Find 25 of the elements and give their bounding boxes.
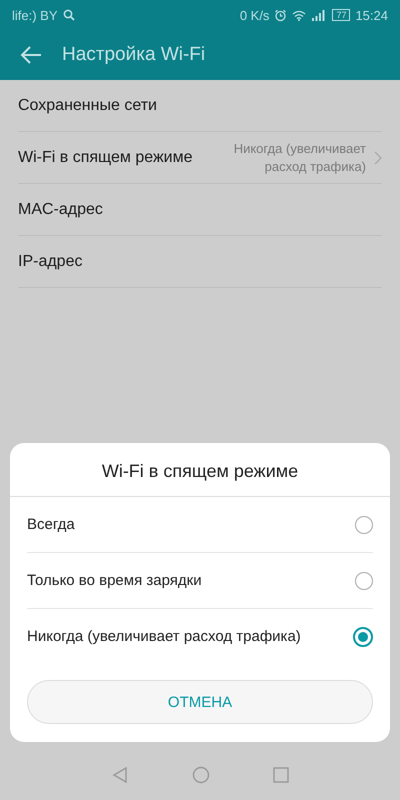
settings-item[interactable]: Сохраненные сети — [18, 80, 382, 132]
home-icon[interactable] — [192, 766, 210, 784]
chevron-icon — [374, 150, 382, 164]
option-item[interactable]: Никогда (увеличивает расход трафика) — [27, 608, 373, 664]
dialog-title: Wi-Fi в спящем режиме — [10, 443, 390, 497]
radio-button[interactable] — [353, 626, 373, 646]
radio-button[interactable] — [355, 572, 373, 590]
settings-item[interactable]: Wi-Fi в спящем режиме Никогда (увеличивает расход трафика) — [18, 132, 382, 184]
radio-button[interactable] — [355, 516, 373, 534]
option-item[interactable]: Только во время зарядки — [27, 552, 373, 608]
network-speed: 0 K/s — [240, 8, 270, 22]
back-arrow-icon[interactable] — [20, 46, 42, 64]
search-icon — [62, 9, 75, 21]
option-item[interactable]: Всегда — [27, 497, 373, 552]
battery-level: 77 — [332, 9, 350, 21]
back-icon[interactable] — [111, 766, 130, 784]
wifi-icon — [292, 10, 306, 20]
alarm-icon — [274, 8, 288, 22]
screen-title: Настройка Wi-Fi — [62, 44, 206, 66]
settings-item[interactable]: IP-адрес — [18, 236, 382, 288]
signal-icon — [311, 10, 326, 20]
clock-time: 15:24 — [355, 8, 388, 22]
recents-icon[interactable] — [272, 767, 289, 783]
carrier-name: life:) BY — [12, 8, 58, 22]
settings-item[interactable]: MAC-адрес — [18, 184, 382, 236]
